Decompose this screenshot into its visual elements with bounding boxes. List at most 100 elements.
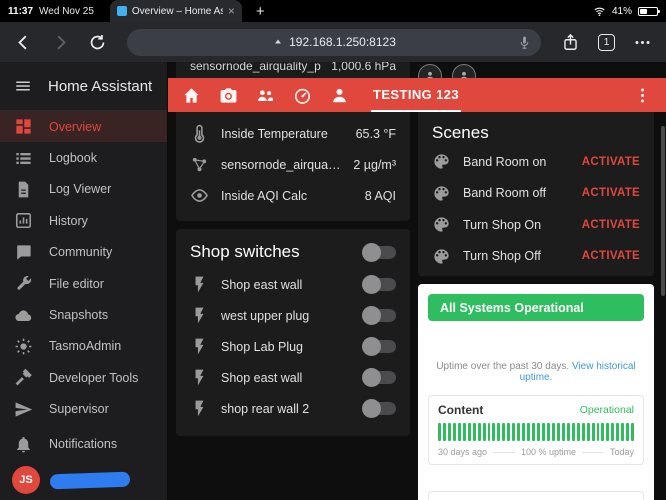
scrolled-content-peek: sensornode_airquality_pressure 1,000.6 h… — [168, 62, 666, 78]
sidebar-item-label: Developer Tools — [49, 370, 139, 385]
tab-switcher-button[interactable]: 1 — [598, 33, 615, 51]
back-icon[interactable] — [14, 33, 33, 52]
sidebar-item-label: Community — [49, 245, 113, 260]
new-tab-button[interactable]: + — [256, 4, 265, 19]
palette-icon — [432, 215, 451, 234]
toggle-switch[interactable] — [362, 399, 396, 418]
sidebar-item-file-editor[interactable]: File editor — [0, 268, 167, 299]
share-icon[interactable] — [561, 33, 580, 52]
url-text: 192.168.1.250:8123 — [289, 35, 396, 49]
sidebar-item-overview[interactable]: Overview — [0, 111, 167, 143]
overflow-menu-icon[interactable] — [633, 86, 652, 105]
sidebar-item-logbook[interactable]: Logbook — [0, 142, 167, 173]
voice-search-button[interactable] — [517, 35, 532, 50]
molecule-icon — [190, 155, 209, 174]
scene-name: Turn Shop Off — [463, 249, 541, 264]
component-content: Content Operational 30 days ago 100 % up… — [428, 395, 644, 465]
close-tab-icon[interactable]: × — [228, 4, 235, 18]
sensor-row[interactable]: Inside AQI Calc 8 AQI — [176, 180, 410, 211]
switch-name: Shop east wall — [221, 370, 303, 385]
entity-badge[interactable] — [452, 64, 476, 78]
card-title: Shop switches — [190, 242, 300, 261]
sidebar-header: Home Assistant — [0, 62, 167, 111]
gauge-icon[interactable] — [293, 86, 312, 105]
activate-button[interactable]: ACTIVATE — [582, 219, 640, 231]
badges — [418, 62, 476, 78]
shop-switches-card: Shop switches Shop east wall west upper … — [176, 229, 410, 436]
toggle-all-switch[interactable] — [362, 242, 396, 262]
switch-name: Shop east wall — [221, 277, 303, 292]
range-start: 30 days ago — [438, 447, 488, 457]
uptime-range: 30 days ago 100 % uptime Today — [438, 447, 634, 457]
status-bar-right: 41% — [593, 5, 660, 18]
sidebar-item-developer-tools[interactable]: Developer Tools — [0, 362, 167, 393]
battery-percent: 41% — [611, 5, 632, 17]
scene-row[interactable]: Turn Shop On ACTIVATE — [418, 209, 654, 241]
sidebar: Home Assistant Overview Logbook Log View… — [0, 62, 168, 500]
sensor-row[interactable]: sensornode_airquality_pm_2_5 2 µg/m³ — [176, 149, 410, 180]
entity-badge[interactable] — [418, 64, 442, 78]
browser-menu-icon[interactable] — [633, 33, 652, 52]
toggle-switch[interactable] — [362, 275, 396, 294]
tab-testing-123[interactable]: TESTING 123 — [371, 78, 462, 112]
avatar[interactable]: JS — [12, 466, 40, 494]
sidebar-item-community[interactable]: Community — [0, 237, 167, 268]
statuspage-card: All Systems Operational Uptime over the … — [418, 284, 654, 500]
flash-icon — [190, 306, 209, 325]
switch-row[interactable]: Shop east wall — [176, 362, 410, 393]
main-view: sensornode_airquality_pressure 1,000.6 h… — [168, 62, 666, 500]
toggle-switch[interactable] — [362, 368, 396, 387]
account-icon[interactable] — [330, 86, 349, 105]
app-title: Home Assistant — [48, 77, 153, 95]
scene-row[interactable]: Band Room off ACTIVATE — [418, 178, 654, 210]
sidebar-item-snapshots[interactable]: Snapshots — [0, 299, 167, 330]
sidebar-item-label: Supervisor — [49, 402, 109, 417]
cloud-icon — [14, 306, 33, 325]
switch-name: shop rear wall 2 — [221, 401, 310, 416]
scrollbar[interactable] — [661, 126, 665, 296]
reload-icon[interactable] — [88, 33, 107, 52]
browser-tab[interactable]: Overview – Home Assist... × — [109, 0, 242, 22]
activate-button[interactable]: ACTIVATE — [582, 187, 640, 199]
sensor-value: 65.3 °F — [355, 126, 396, 141]
toggle-switch[interactable] — [362, 306, 396, 325]
sensor-row[interactable]: sensornode_airquality_pressure 1,000.6 h… — [176, 62, 410, 78]
sidebar-item-label: TasmoAdmin — [49, 339, 122, 354]
right-column: Scenes Band Room on ACTIVATE Band Room o… — [418, 112, 654, 500]
card-title: Scenes — [432, 123, 489, 142]
toggle-switch[interactable] — [362, 337, 396, 356]
url-field[interactable]: 192.168.1.250:8123 — [127, 28, 541, 56]
sidebar-item-history[interactable]: History — [0, 205, 167, 236]
sidebar-item-tasmoadmin[interactable]: TasmoAdmin — [0, 331, 167, 362]
scene-name: Band Room off — [463, 186, 547, 201]
dashboard-icon — [14, 117, 33, 136]
home-icon[interactable] — [182, 86, 201, 105]
scene-row[interactable]: Band Room on ACTIVATE — [418, 146, 654, 178]
switch-row[interactable]: Shop east wall — [176, 269, 410, 300]
sidebar-item-supervisor[interactable]: Supervisor — [0, 394, 167, 425]
person-icon — [424, 70, 436, 78]
activate-button[interactable]: ACTIVATE — [582, 250, 640, 262]
status-date: Wed Nov 25 — [39, 5, 94, 17]
sidebar-item-notifications[interactable]: Notifications — [0, 429, 167, 460]
sidebar-item-label: Logbook — [49, 151, 97, 166]
switch-row[interactable]: west upper plug — [176, 300, 410, 331]
switch-name: Shop Lab Plug — [221, 339, 304, 354]
user-profile-row[interactable]: JS — [0, 460, 167, 500]
component-name: Content — [438, 403, 484, 417]
people-icon[interactable] — [256, 86, 275, 105]
switch-row[interactable]: shop rear wall 2 — [176, 393, 410, 424]
sensor-name: sensornode_airquality_pressure — [190, 62, 321, 73]
sidebar-item-label: Notifications — [49, 437, 118, 452]
switch-row[interactable]: Shop Lab Plug — [176, 331, 410, 362]
scene-row[interactable]: Turn Shop Off ACTIVATE — [418, 241, 654, 273]
dashboard-content: Inside Temperature 65.3 °F sensornode_ai… — [168, 112, 666, 500]
camera-icon[interactable] — [219, 86, 238, 105]
flash-icon — [190, 368, 209, 387]
component-status: Operational — [579, 404, 634, 416]
menu-icon[interactable] — [14, 77, 32, 95]
sidebar-item-log-viewer[interactable]: Log Viewer — [0, 174, 167, 205]
forward-icon[interactable] — [51, 33, 70, 52]
activate-button[interactable]: ACTIVATE — [582, 156, 640, 168]
sensor-row[interactable]: Inside Temperature 65.3 °F — [176, 118, 410, 149]
